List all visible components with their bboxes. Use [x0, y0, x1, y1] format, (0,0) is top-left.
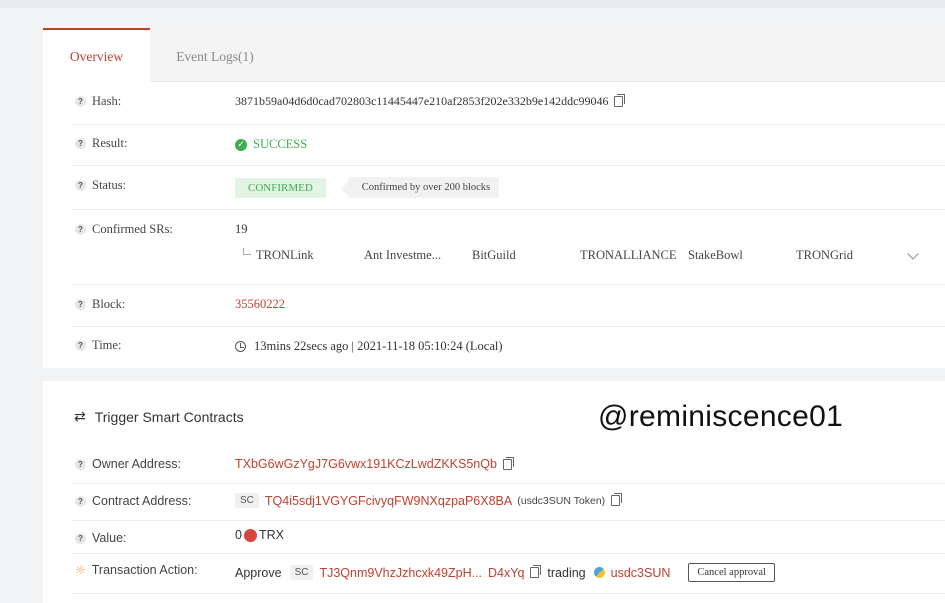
copy-icon[interactable] — [530, 565, 542, 578]
action-verb: Approve — [235, 565, 282, 580]
contract-address-label: Contract Address: — [92, 494, 192, 508]
result-label: Result: — [92, 136, 128, 150]
owner-address-link[interactable]: TXbG6wGzYgJ7G6vwx191KCzLwdZKKS5nQb — [235, 457, 497, 471]
value-amount: 0 — [235, 528, 242, 542]
trx-logo-icon — [243, 528, 257, 542]
time-row: ? Time: 13mins 22secs ago | 2021-11-18 0… — [71, 327, 945, 368]
srs-label: Confirmed SRs: — [92, 222, 173, 236]
copy-icon[interactable] — [502, 456, 514, 470]
help-icon[interactable]: ? — [75, 224, 86, 235]
help-icon[interactable]: ? — [75, 138, 86, 149]
help-icon[interactable]: ? — [75, 180, 86, 191]
status-label: Status: — [92, 178, 127, 192]
lightbulb-icon: ☼ — [75, 563, 86, 577]
tab-bar: Overview Event Logs(1) — [43, 28, 945, 83]
confirmed-srs-row: ? Confirmed SRs: 19 TRONLink Ant Investm… — [71, 210, 945, 285]
value-unit: TRX — [258, 528, 284, 542]
overview-card: Overview Event Logs(1) ? Hash: 3871b59a0… — [43, 28, 945, 368]
help-icon[interactable]: ? — [75, 458, 86, 470]
status-row: ? Status: CONFIRMED Confirmed by over 20… — [71, 166, 945, 210]
swap-arrows-icon: ⇄ — [74, 409, 86, 425]
owner-label: Owner Address: — [92, 457, 181, 471]
copy-icon[interactable] — [611, 493, 623, 506]
result-value: SUCCESS — [253, 137, 308, 151]
chevron-down-icon[interactable] — [907, 248, 919, 260]
tab-overview[interactable]: Overview — [43, 28, 150, 83]
help-icon[interactable]: ? — [75, 299, 86, 310]
time-label: Time: — [92, 338, 122, 352]
sr-item[interactable]: TRONGrid — [796, 248, 853, 263]
help-icon[interactable]: ? — [75, 96, 86, 107]
contract-address-row: ? Contract Address: SC TQ4i5sdj1VGYGFciv… — [71, 484, 945, 521]
action-label: Transaction Action: — [91, 563, 198, 577]
token-name: (usdc3SUN Token) — [517, 494, 606, 507]
block-label: Block: — [92, 297, 126, 311]
section-title-text: Trigger Smart Contracts — [94, 409, 244, 425]
result-row: ? Result: ✓ SUCCESS — [71, 125, 945, 166]
help-icon[interactable]: ? — [75, 495, 86, 507]
sr-item[interactable]: Ant Investme... — [364, 248, 441, 263]
block-row: ? Block: 35560222 — [71, 285, 945, 327]
sr-item[interactable]: StakeBowl — [688, 248, 743, 263]
action-mid-text: trading — [547, 565, 586, 580]
section-title: ⇄ Trigger Smart Contracts — [74, 409, 244, 425]
value-row: ? Value: 0 TRX — [71, 521, 945, 554]
sc-tag: SC — [235, 493, 259, 508]
hash-value: 3871b59a04d6d0cad702803c11445447e210af28… — [235, 94, 609, 108]
watermark-text: @reminiscence01 — [598, 400, 844, 433]
srs-count: 19 — [235, 222, 248, 236]
action-token-link[interactable]: usdc3SUN — [611, 566, 671, 580]
result-status: ✓ SUCCESS — [235, 137, 307, 152]
tree-branch-icon — [243, 248, 251, 255]
token-logo-icon — [593, 567, 605, 578]
sc-tag: SC — [289, 565, 314, 580]
clock-icon — [235, 341, 246, 352]
help-icon[interactable]: ? — [75, 532, 86, 544]
time-value: 13mins 22secs ago | 2021-11-18 05:10:24 … — [254, 339, 503, 353]
check-circle-icon: ✓ — [235, 138, 247, 151]
sr-item[interactable]: BitGuild — [472, 248, 516, 263]
sr-item[interactable]: TRONALLIANCE — [580, 248, 677, 263]
cancel-approval-button[interactable]: Cancel approval — [688, 563, 775, 582]
block-link[interactable]: 35560222 — [235, 297, 285, 312]
copy-icon[interactable] — [614, 94, 626, 107]
hash-row: ? Hash: 3871b59a04d6d0cad702803c11445447… — [71, 82, 945, 125]
value-label: Value: — [92, 531, 127, 545]
transaction-action-row: ☼ Transaction Action: Approve SC TJ3Qnm9… — [71, 554, 945, 594]
hash-label: Hash: — [92, 94, 122, 108]
sr-item[interactable]: TRONLink — [256, 248, 314, 263]
contract-card: ⇄ Trigger Smart Contracts @reminiscence0… — [43, 381, 945, 603]
help-icon[interactable]: ? — [75, 340, 86, 351]
confirmation-tooltip: Confirmed by over 200 blocks — [340, 177, 500, 198]
action-address-end[interactable]: D4xYq — [488, 566, 524, 580]
top-bar — [0, 0, 945, 8]
tab-event-logs[interactable]: Event Logs(1) — [150, 28, 280, 82]
confirmed-badge: CONFIRMED — [235, 177, 326, 198]
action-address-link[interactable]: TJ3Qnm9VhzJzhcxk49ZpH... — [319, 566, 482, 580]
owner-row: ? Owner Address: TXbG6wGzYgJ7G6vwx191KCz… — [71, 448, 945, 484]
contract-address-link[interactable]: TQ4i5sdj1VGYGFcivyqFW9NXqzpaP6X8BA — [265, 494, 512, 508]
